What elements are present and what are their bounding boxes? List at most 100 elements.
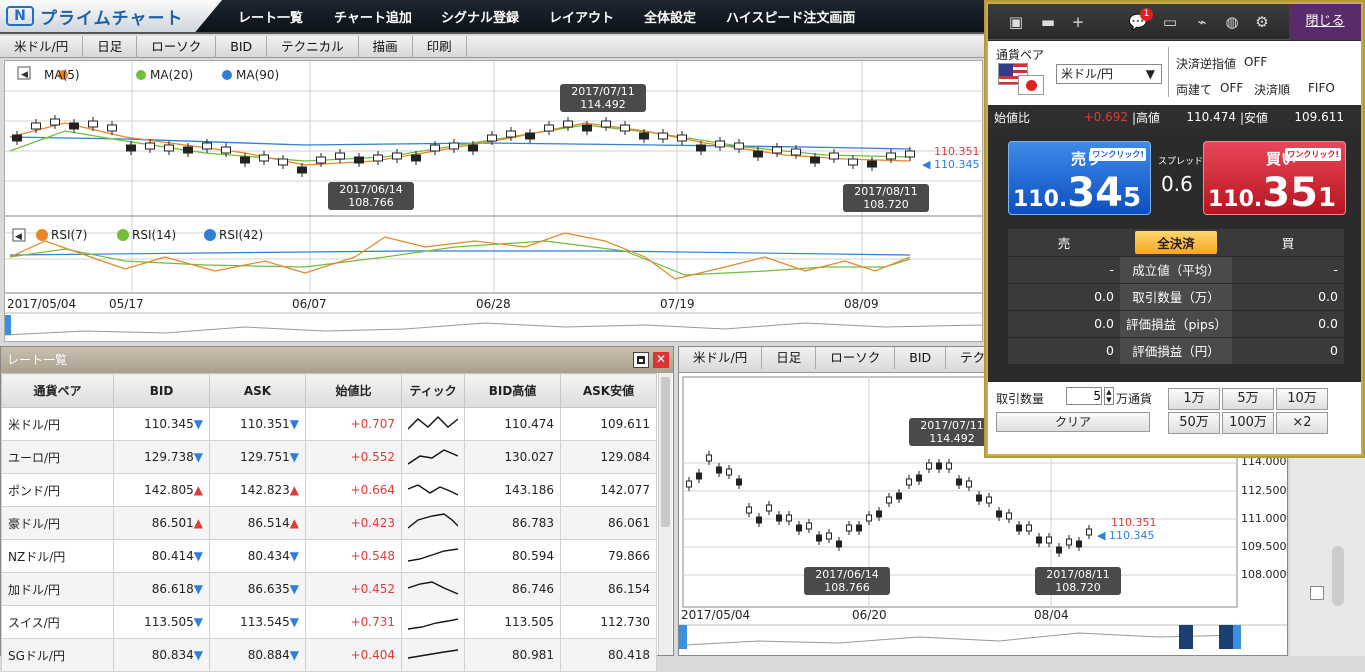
tab-pair[interactable]: 米ドル/円 [679,347,763,369]
rsi42-legend: RSI(42) [219,228,264,242]
menu-layout[interactable]: レイアウト [549,0,614,32]
candle-body [986,496,992,504]
table-row[interactable]: 豪ドル/円 86.501▲ 86.514▲ +0.423 86.783 86.061 [1,506,657,540]
top-menu-bar: N プライムチャート レート一覧 チャート追加 シグナル登録 レイアウト 全体設… [0,0,985,34]
hedge-value[interactable]: OFF [1220,81,1243,95]
rsi7-legend: RSI(7) [51,228,88,242]
pair-cell: ユーロ/円 [1,440,114,474]
candle-body [686,480,692,488]
table-row[interactable]: ポンド/円 142.805▲ 142.823▲ +0.664 143.186 142.07… [1,473,657,507]
tab-price-type[interactable]: BID [895,347,947,369]
minimize-icon[interactable]: ▬ [1038,12,1058,32]
quantity-area: 取引数量 ▲▼ 万通貨 クリア 1万 5万 10万 50万 100万 ×2 [988,382,1361,454]
card-icon[interactable]: ▭ [1160,12,1180,32]
rate-list-scrollbar[interactable] [658,373,672,655]
candle-body [1086,528,1092,536]
candle-body [716,466,722,474]
tab-timeframe[interactable]: 日足 [762,347,817,369]
table-row[interactable]: ユーロ/円 129.738▼ 129.751▼ +0.552 130.027 129.08… [1,440,657,474]
gear-icon[interactable]: ⚙ [1252,12,1272,32]
tab-draw[interactable]: 描画 [359,36,413,58]
stop-value[interactable]: OFF [1244,55,1267,69]
table-row[interactable]: 加ドル/円 86.618▼ 86.635▼ +0.452 86.746 86.154 [1,572,657,606]
col-ask[interactable]: ASK [209,373,306,408]
plus-icon[interactable]: + [1068,12,1088,32]
preset-50man-button[interactable]: 50万 [1168,412,1220,434]
candle-body [240,156,250,164]
table-row[interactable]: NZドル/円 80.414▼ 80.434▼ +0.548 80.594 79.866 [1,539,657,573]
close-icon[interactable]: ✕ [653,352,669,368]
low-cell: 86.061 [560,506,657,540]
col-pair[interactable]: 通貨ペア [1,373,114,408]
sell-button[interactable]: 売り ワンクリック! 110.345 [1008,141,1151,216]
candle-body [696,472,702,480]
qty-input[interactable] [1066,387,1102,405]
callout-date: 2017/07/11 [920,419,984,432]
menu-settings[interactable]: 全体設定 [644,0,696,32]
close-panel-button[interactable]: 閉じる [1289,4,1361,40]
preset-1man-button[interactable]: 1万 [1168,388,1220,410]
ask-value: 142.823 [240,483,290,497]
buy-button[interactable]: 買い ワンクリック! 110.351 [1203,141,1346,216]
pair-select[interactable]: 米ドル/円 ▼ [1056,64,1162,84]
scroll-arrow-icon[interactable] [1310,586,1324,600]
table-row[interactable]: 米ドル/円 110.345▼ 110.351▼ +0.707 110.474 109.61… [1,407,657,441]
order-sequence-value[interactable]: FIFO [1308,81,1335,95]
tab-chart-type[interactable]: ローソク [816,347,896,369]
spread-value: 0.6 [1161,172,1193,196]
close-all-button[interactable]: 全決済 [1135,230,1217,254]
low-cell: 129.084 [560,440,657,474]
candle-body [278,158,288,166]
col-bid-high[interactable]: BID高値 [464,373,561,408]
ask-cell: 80.884▼ [209,638,306,672]
buy-price-small: 110. [1208,187,1263,212]
candle-body [966,480,972,488]
menu-rate-list[interactable]: レート一覧 [238,0,303,32]
zoom-slider[interactable] [1332,546,1344,606]
tab-price-type[interactable]: BID [216,36,268,58]
low-cell: 79.866 [560,539,657,573]
low-cell: 86.154 [560,572,657,606]
bid-price-label: ◀ 110.345 [922,158,980,171]
open-change-label: 始値比 [994,110,1031,125]
bid-value: 129.738 [144,450,194,464]
tab-chart-type[interactable]: ローソク [137,36,217,58]
qty-label: 取引数量 [996,392,1045,406]
table-row[interactable]: スイス/円 113.505▼ 113.545▼ +0.731 113.505 112.73… [1,605,657,639]
globe-icon[interactable]: ◍ [1222,12,1242,32]
down-arrow-icon: ▼ [289,615,299,629]
pos-sell-value: 0.0 [1008,283,1120,311]
candle-body [772,146,782,154]
tab-technical[interactable]: テクニカル [267,36,359,58]
candle-body [829,152,839,160]
tab-timeframe[interactable]: 日足 [83,36,138,58]
scrollbar-thumb[interactable] [661,377,670,527]
maximize-icon[interactable] [633,352,649,368]
preset-double-button[interactable]: ×2 [1276,412,1328,434]
table-row[interactable]: SGドル/円 80.834▼ 80.884▼ +0.404 80.981 80.418 [1,638,657,672]
tick-sparkline [401,605,465,639]
chart-icon[interactable]: ⌁ [1192,12,1212,32]
window-icon[interactable]: ▣ [1006,12,1026,32]
clear-button[interactable]: クリア [996,412,1150,432]
x-label-2: 06/20 [852,608,887,622]
preset-100man-button[interactable]: 100万 [1222,412,1274,434]
high-callout: 2017/07/11 114.492 [909,418,995,446]
preset-10man-button[interactable]: 10万 [1276,388,1328,410]
menu-high-speed-order[interactable]: ハイスピード注文画面 [726,0,855,32]
buy-price-last: 1 [1317,183,1337,213]
rate-list-title: レート一覧 [7,353,68,367]
col-bid[interactable]: BID [113,373,210,408]
col-change[interactable]: 始値比 [305,373,402,408]
down-arrow-icon: ▼ [289,417,299,431]
col-tick[interactable]: ティック [401,373,465,408]
preset-5man-button[interactable]: 5万 [1222,388,1274,410]
callout-value: 108.766 [348,196,394,209]
menu-signal-register[interactable]: シグナル登録 [441,0,519,32]
qty-stepper[interactable]: ▲ ▼ [1104,387,1114,405]
col-ask-low[interactable]: ASK安値 [560,373,657,408]
main-chart[interactable]: ◀ ◀ MA(5) MA(20) MA(90) RSI(7) RSI(14) R… [4,60,983,342]
menu-add-chart[interactable]: チャート追加 [334,0,412,32]
tab-pair[interactable]: 米ドル/円 [0,36,84,58]
tab-print[interactable]: 印刷 [413,36,467,58]
